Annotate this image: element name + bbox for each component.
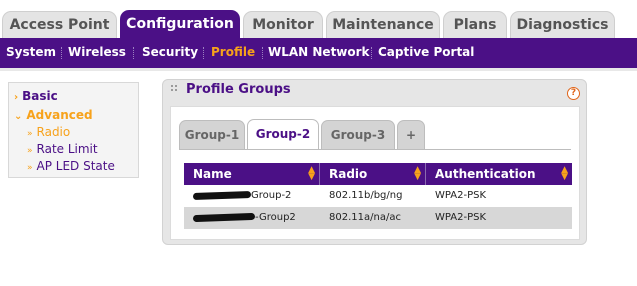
nav-basic-label: Basic: [22, 89, 58, 103]
submenu-wlan-network[interactable]: WLAN Network: [268, 38, 370, 68]
column-header-radio[interactable]: Radio ▲ ▼: [320, 163, 426, 185]
tab-monitor[interactable]: Monitor: [243, 11, 323, 38]
tab-diagnostics[interactable]: Diagnostics: [510, 11, 615, 38]
double-chevron-icon: »: [27, 146, 33, 156]
drag-handle-icon[interactable]: [171, 85, 177, 93]
submenu-separator: [133, 47, 134, 59]
submenu-captive-portal[interactable]: Captive Portal: [378, 38, 474, 68]
row-name-cell: Group-2: [184, 185, 320, 207]
submenu-separator: [61, 47, 62, 59]
row-auth-cell: WPA2-PSK: [435, 212, 487, 223]
tab-configuration[interactable]: Configuration: [120, 10, 240, 38]
submenu-profile[interactable]: Profile: [211, 38, 255, 68]
table-row[interactable]: -Group2 802.11a/na/ac WPA2-PSK: [184, 207, 572, 229]
nav-radio-label: Radio: [36, 125, 71, 139]
tab-plans[interactable]: Plans: [443, 11, 507, 38]
column-name-label: Name: [193, 167, 232, 181]
double-chevron-icon: »: [27, 163, 33, 173]
help-icon[interactable]: ?: [567, 87, 580, 100]
tab-group-1[interactable]: Group-1: [179, 120, 245, 150]
nav-rate-limit[interactable]: » Rate Limit: [27, 142, 98, 156]
column-header-name[interactable]: Name ▲ ▼: [184, 163, 320, 185]
panel-body: Group-1 Group-2 Group-3 + Name ▲ ▼ Radio …: [170, 106, 580, 240]
row-name-text: -Group2: [255, 212, 296, 223]
panel-title: Profile Groups: [186, 82, 291, 97]
redacted-mark: [192, 212, 256, 222]
column-header-authentication[interactable]: Authentication ▲ ▼: [426, 163, 572, 185]
redacted-mark: [192, 190, 252, 200]
submenu-separator: [371, 47, 372, 59]
tab-access-point[interactable]: Access Point: [2, 11, 117, 38]
top-tab-bar: Access Point Configuration Monitor Maint…: [0, 0, 637, 38]
row-radio-cell: 802.11b/bg/ng: [329, 190, 403, 201]
table-row[interactable]: Group-2 802.11b/bg/ng WPA2-PSK: [184, 185, 572, 207]
nav-ap-led-state-label: AP LED State: [36, 159, 115, 173]
column-auth-label: Authentication: [435, 167, 536, 181]
left-nav: › Basic ⌄ Advanced » Radio » Rate Limit » AP …: [8, 82, 139, 178]
row-name-cell: -Group2: [184, 207, 320, 229]
sub-menu-bar: System Wireless Security Profile WLAN Ne…: [0, 38, 637, 71]
row-radio-cell: 802.11a/na/ac: [329, 212, 401, 223]
sort-icon[interactable]: ▲ ▼: [308, 166, 315, 182]
nav-rate-limit-label: Rate Limit: [36, 142, 98, 156]
submenu-separator: [262, 47, 263, 59]
nav-ap-led-state[interactable]: » AP LED State: [27, 159, 115, 173]
nav-radio[interactable]: » Radio: [27, 125, 70, 139]
column-radio-label: Radio: [329, 167, 368, 181]
chevron-down-icon: ⌄: [14, 111, 23, 122]
nav-advanced-label: Advanced: [26, 108, 93, 122]
sort-icon[interactable]: ▲ ▼: [414, 166, 421, 182]
submenu-separator: [203, 47, 204, 59]
nav-advanced[interactable]: ⌄ Advanced: [14, 108, 93, 122]
tab-group-3[interactable]: Group-3: [321, 120, 395, 150]
table-header: Name ▲ ▼ Radio ▲ ▼ Authentication ▲ ▼: [184, 163, 572, 185]
tab-divider: [179, 149, 571, 150]
row-name-text: Group-2: [251, 190, 292, 201]
tab-group-2[interactable]: Group-2: [247, 119, 319, 150]
submenu-security[interactable]: Security: [142, 38, 198, 68]
row-auth-cell: WPA2-PSK: [435, 190, 487, 201]
double-chevron-icon: »: [27, 129, 33, 139]
tab-maintenance[interactable]: Maintenance: [326, 11, 440, 38]
nav-basic[interactable]: › Basic: [14, 89, 58, 103]
add-group-button[interactable]: +: [397, 120, 425, 150]
submenu-system[interactable]: System: [6, 38, 56, 68]
profile-groups-panel: Profile Groups ? Group-1 Group-2 Group-3…: [162, 79, 587, 245]
chevron-right-icon: ›: [14, 92, 19, 103]
sort-icon[interactable]: ▲ ▼: [561, 166, 568, 182]
submenu-wireless[interactable]: Wireless: [68, 38, 126, 68]
